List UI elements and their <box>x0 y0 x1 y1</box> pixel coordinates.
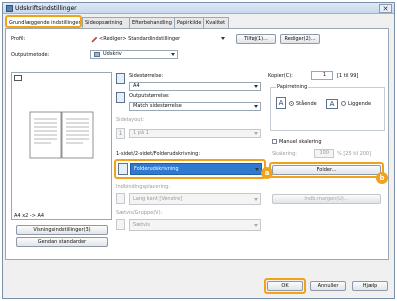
close-button[interactable]: ✕ <box>379 4 392 13</box>
page-layout-select[interactable]: 1 på 1 <box>129 129 261 138</box>
copies-label: Kopier(C): <box>268 73 293 79</box>
collate-value: Sætvis <box>133 222 150 228</box>
binding-value: Lang kant [Venstre] <box>133 196 183 202</box>
printer-icon <box>6 5 13 12</box>
orientation-group <box>270 87 385 131</box>
output-size-select[interactable]: Match sidestørrelse <box>129 102 261 111</box>
landscape-page-icon: A <box>326 99 338 109</box>
manual-scaling-label: Manuel skalering <box>279 139 322 145</box>
duplex-label: 1-sidet/2-sidet/Folderudskrivning: <box>116 151 201 157</box>
copies-value: 1 <box>322 72 326 78</box>
page-size-label: Sidestørrelse: <box>129 73 164 79</box>
add-profile-button[interactable]: Tilføj(1)... <box>236 34 276 44</box>
binding-icon <box>116 193 125 204</box>
folder-button[interactable]: Folder... <box>272 165 381 175</box>
basic-settings-panel: Profil: <Rediger> Standardindstillinger … <box>5 28 389 260</box>
output-method-label: Outputmetode: <box>11 52 50 58</box>
portrait-page-icon: A <box>276 97 286 109</box>
portrait-label: Stående <box>296 101 317 107</box>
portrait-radio[interactable] <box>289 101 294 106</box>
binding-label: Indbindingsplacering: <box>116 184 170 190</box>
preview-caption: A4 x2 -> A4 <box>14 213 45 219</box>
collate-icon <box>116 219 125 230</box>
title-bar: Udskriftsindstillinger ✕ <box>3 3 394 14</box>
booklet-icon <box>118 163 128 175</box>
output-size-value: Match sidestørrelse <box>133 103 182 109</box>
preview-pane: A4 x2 -> A4 <box>11 72 112 220</box>
duplex-value: Folderudskrivning <box>134 166 179 172</box>
output-method-value: Udskriv <box>103 51 122 57</box>
collate-select[interactable]: Sætvis <box>129 219 261 231</box>
page-layout-value: 1 på 1 <box>133 130 149 136</box>
manual-scaling-checkbox[interactable] <box>272 139 277 144</box>
tab-finishing[interactable]: Efterbehandling <box>129 17 175 28</box>
preview-toggle-icon[interactable] <box>14 75 22 81</box>
page-size-value: A4 <box>133 83 140 89</box>
output-size-icon <box>116 92 125 103</box>
tab-page-setup[interactable]: Sideopsætning <box>82 17 130 28</box>
page-layout-label: Sidelayout: <box>116 117 145 123</box>
tab-paper-source[interactable]: Papirkilde <box>174 17 204 28</box>
scaling-value: 100 <box>319 150 329 156</box>
output-size-label: Outputstørrelse: <box>129 93 170 99</box>
page-layout-icon: 1 <box>116 128 125 139</box>
collate-label: Sætvis/Gruppe(V): <box>116 210 163 216</box>
view-settings-button[interactable]: Visningsindstillinger(3) <box>16 225 108 235</box>
profile-label: Profil: <box>11 36 26 42</box>
edit-profile-button[interactable]: Rediger(2)... <box>280 34 320 44</box>
output-method-select[interactable]: Udskriv <box>90 50 178 59</box>
cancel-button[interactable]: Annuller <box>310 281 346 291</box>
pencil-icon <box>91 36 98 43</box>
scaling-range: % [25 til 200] <box>337 151 372 157</box>
duplex-select[interactable]: Folderudskrivning <box>130 163 262 175</box>
page-size-select[interactable]: A4 <box>129 82 261 91</box>
restore-defaults-button[interactable]: Gendan standarder <box>16 237 108 247</box>
printer-icon <box>94 52 100 57</box>
scaling-input[interactable]: 100 <box>314 149 334 158</box>
copies-range: [1 til 99] <box>337 73 359 79</box>
tab-basic-settings[interactable]: Grundlæggende indstillinger <box>5 15 82 28</box>
scaling-label: Skalering: <box>272 151 297 157</box>
booklet-preview-image <box>29 111 94 159</box>
landscape-radio[interactable] <box>341 101 346 106</box>
orientation-label: Papirretning <box>276 84 309 90</box>
binding-margin-button[interactable]: Indb.margen(U)... <box>272 194 381 204</box>
page-size-icon <box>116 73 125 84</box>
landscape-label: Liggende <box>348 101 372 107</box>
profile-select[interactable] <box>98 34 228 43</box>
copies-input[interactable]: 1 <box>311 71 333 80</box>
callout-b: b <box>376 172 388 184</box>
binding-select[interactable]: Lang kant [Venstre] <box>129 193 261 205</box>
help-button[interactable]: Hjælp <box>352 281 388 291</box>
tab-quality[interactable]: Kvalitet <box>203 17 229 28</box>
window-title: Udskriftsindstillinger <box>15 5 77 12</box>
ok-button[interactable]: OK <box>267 281 303 291</box>
